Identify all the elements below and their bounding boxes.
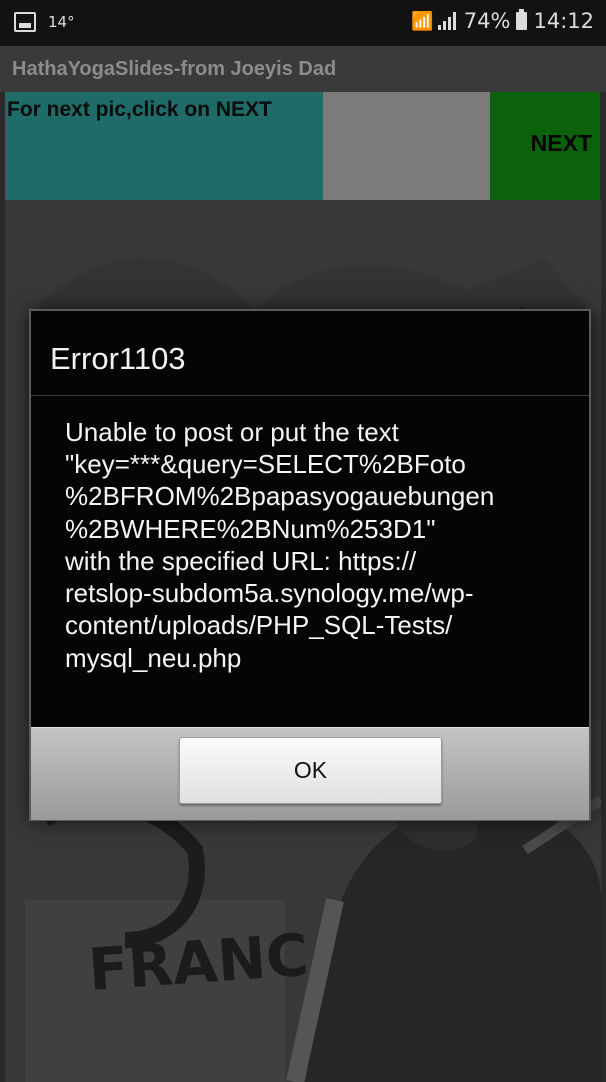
app-title-bar: HathaYogaSlides-from Joeyis Dad (0, 46, 606, 92)
dialog-message-line: Unable to post or put the text (65, 417, 399, 447)
hint-label: For next pic,click on NEXT (7, 98, 272, 121)
phone-screen: 14° 📶 74% 14:12 HathaYogaSlides-from Joe… (0, 0, 606, 1082)
dialog-divider (31, 395, 589, 396)
dialog-message-line: retslop-subdom5a.synology.me/wp- (65, 578, 474, 609)
dialog-message-line: %2BWHERE%2BNum%253D1" (65, 513, 436, 544)
status-left: 14° (14, 12, 75, 32)
clock-time: 14:12 (533, 9, 594, 33)
ok-button[interactable]: OK (179, 737, 442, 804)
next-button-label: NEXT (530, 130, 592, 156)
battery-percent: 74% (463, 9, 511, 33)
status-bar: 14° 📶 74% 14:12 (0, 0, 606, 46)
dialog-message-line: with the specified URL: https:// (65, 545, 417, 576)
status-right: 📶 74% 14:12 (411, 9, 594, 33)
dialog-message-line: mysql_neu.php (65, 642, 242, 673)
next-button[interactable]: NEXT (490, 92, 600, 200)
dialog-button-bar: OK (31, 727, 589, 820)
dialog-message-line: %2BFROM%2Bpapasyogauebungen (65, 481, 495, 512)
hint-banner: For next pic,click on NEXT (5, 92, 323, 200)
gallery-icon (14, 12, 36, 32)
error-dialog: Error1103 Unable to post or put the text… (29, 309, 591, 821)
signal-icon (437, 12, 456, 30)
battery-icon (516, 9, 528, 30)
banner-spacer (323, 92, 490, 200)
wifi-icon: 📶 (411, 10, 434, 32)
temperature-text: 14° (48, 13, 75, 31)
app-title: HathaYogaSlides-from Joeyis Dad (12, 58, 337, 80)
dialog-message: Unable to post or put the text "key=***&… (65, 416, 575, 674)
dialog-message-line: content/uploads/PHP_SQL-Tests/ (65, 610, 453, 641)
dialog-message-line: "key=***&query=SELECT%2BFoto (65, 449, 466, 480)
dialog-title: Error1103 (50, 341, 186, 376)
